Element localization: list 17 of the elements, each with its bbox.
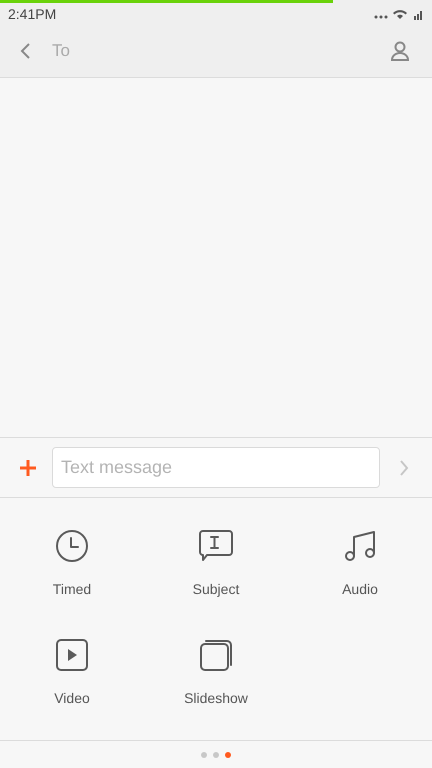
- attachment-option[interactable]: Video: [0, 619, 144, 728]
- clock-icon: [55, 529, 89, 563]
- attachment-option[interactable]: Slideshow: [144, 619, 288, 728]
- attachment-option[interactable]: Timed: [0, 510, 144, 619]
- message-field[interactable]: Text message: [52, 447, 380, 488]
- attachment-option[interactable]: Subject: [144, 510, 288, 619]
- person-icon: [391, 41, 409, 61]
- speech-bubble-icon: [198, 529, 234, 563]
- back-icon: [20, 42, 31, 60]
- music-note-icon: [343, 529, 377, 563]
- attachment-option[interactable]: Audio: [288, 510, 432, 619]
- stacked-squares-icon: [199, 638, 233, 672]
- plus-icon: [19, 458, 37, 476]
- status-icons: [374, 8, 424, 20]
- status-time: 2:41PM: [8, 4, 56, 24]
- chevron-icon: [399, 458, 409, 476]
- play-icon: [55, 638, 89, 672]
